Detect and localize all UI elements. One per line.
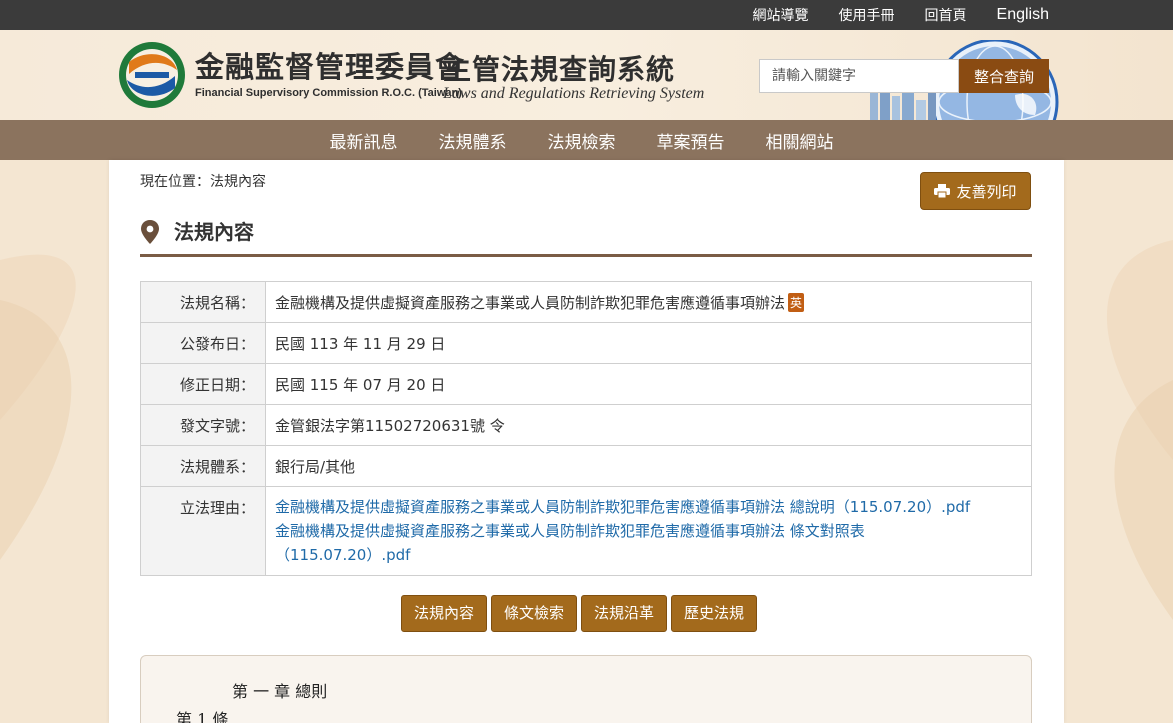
printer-icon <box>934 184 951 198</box>
law-name-label: 法規名稱： <box>140 281 266 323</box>
table-row: 修正日期： 民國 115 年 07 月 20 日 <box>140 363 1032 405</box>
historical-laws-button[interactable]: 歷史法規 <box>671 595 758 632</box>
site-header: 金融監督管理委員會 Financial Supervisory Commissi… <box>0 30 1173 120</box>
search-input[interactable] <box>759 59 959 93</box>
document-number-value: 金管銀法字第11502720631號 令 <box>265 404 1032 446</box>
utility-links: 網站導覽 使用手冊 回首頁 English <box>753 0 1049 30</box>
nav-draft-notice[interactable]: 草案預告 <box>657 128 725 153</box>
friendly-print-label: 友善列印 <box>956 182 1017 201</box>
page-title: 法規內容 <box>174 220 254 244</box>
article-search-button[interactable]: 條文檢索 <box>491 595 578 632</box>
reason-link-comparison-table[interactable]: 金融機構及提供虛擬資產服務之事業或人員防制詐欺犯罪危害應遵循事項辦法 條文對照表… <box>275 519 1031 567</box>
law-history-button[interactable]: 法規沿革 <box>581 595 668 632</box>
nav-latest-news[interactable]: 最新訊息 <box>330 128 398 153</box>
legislative-reason-cell: 金融機構及提供虛擬資產服務之事業或人員防制詐欺犯罪危害應遵循事項辦法 總說明（1… <box>265 486 1032 576</box>
english-version-badge[interactable]: 英 <box>788 293 805 312</box>
system-name-zh: 主管法規查詢系統 <box>443 53 676 86</box>
nav-related-sites[interactable]: 相關網站 <box>766 128 834 153</box>
top-utility-bar: 網站導覽 使用手冊 回首頁 English <box>0 0 1173 30</box>
table-row: 公發布日： 民國 113 年 11 月 29 日 <box>140 322 1032 364</box>
amend-date-value: 民國 115 年 07 月 20 日 <box>265 363 1032 405</box>
announce-date-value: 民國 113 年 11 月 29 日 <box>265 322 1032 364</box>
integrated-search-button[interactable]: 整合查詢 <box>959 59 1049 93</box>
table-row: 立法理由： 金融機構及提供虛擬資產服務之事業或人員防制詐欺犯罪危害應遵循事項辦法… <box>140 486 1032 576</box>
search-box: 整合查詢 <box>759 59 1049 93</box>
law-info-table: 法規名稱： 金融機構及提供虛擬資產服務之事業或人員防制詐欺犯罪危害應遵循事項辦法… <box>140 281 1032 576</box>
content-panel: 現在位置：法規內容 友善列印 法規內容 法規名稱： 金融機構及提供虛擬資產服務之… <box>109 160 1064 723</box>
org-name-zh: 金融監督管理委員會 <box>195 50 466 84</box>
nav-law-system[interactable]: 法規體系 <box>439 128 507 153</box>
document-number-label: 發文字號： <box>140 404 266 446</box>
action-buttons: 法規內容 條文檢索 法規沿革 歷史法規 <box>401 595 758 632</box>
table-row: 發文字號： 金管銀法字第11502720631號 令 <box>140 404 1032 446</box>
law-content-button[interactable]: 法規內容 <box>401 595 488 632</box>
article-heading: 第 1 條 <box>176 710 229 723</box>
friendly-print-button[interactable]: 友善列印 <box>920 172 1031 210</box>
law-body-box: 第 一 章 總則 第 1 條 <box>140 655 1032 723</box>
legislative-reason-label: 立法理由： <box>140 486 266 576</box>
map-pin-icon <box>141 220 159 244</box>
link-home[interactable]: 回首頁 <box>925 5 967 25</box>
law-category-label: 法規體系： <box>140 445 266 487</box>
table-row: 法規體系： 銀行局/其他 <box>140 445 1032 487</box>
link-sitemap[interactable]: 網站導覽 <box>753 5 809 25</box>
breadcrumb: 現在位置：法規內容 <box>140 174 266 190</box>
reason-link-general-explanation[interactable]: 金融機構及提供虛擬資產服務之事業或人員防制詐欺犯罪危害應遵循事項辦法 總說明（1… <box>275 495 1031 519</box>
link-user-manual[interactable]: 使用手冊 <box>839 5 895 25</box>
law-name-cell: 金融機構及提供虛擬資產服務之事業或人員防制詐欺犯罪危害應遵循事項辦法英 <box>265 281 1032 323</box>
system-name-en: Laws and Regulations Retrieving System <box>443 85 705 102</box>
law-category-value: 銀行局/其他 <box>265 445 1032 487</box>
reason-link-comparison-table-line1: 金融機構及提供虛擬資產服務之事業或人員防制詐欺犯罪危害應遵循事項辦法 條文對照表 <box>275 522 865 540</box>
announce-date-label: 公發布日： <box>140 322 266 364</box>
nav-law-search[interactable]: 法規檢索 <box>548 128 616 153</box>
fsc-logo-icon[interactable] <box>117 40 187 110</box>
chapter-heading: 第 一 章 總則 <box>232 682 328 701</box>
main-navigation: 最新訊息 法規體系 法規檢索 草案預告 相關網站 <box>0 120 1173 160</box>
amend-date-label: 修正日期： <box>140 363 266 405</box>
law-name-value: 金融機構及提供虛擬資產服務之事業或人員防制詐欺犯罪危害應遵循事項辦法 <box>275 294 786 312</box>
table-row: 法規名稱： 金融機構及提供虛擬資產服務之事業或人員防制詐欺犯罪危害應遵循事項辦法… <box>140 281 1032 323</box>
org-name-en: Financial Supervisory Commission R.O.C. … <box>195 87 462 99</box>
page-heading: 法規內容 <box>140 218 1032 257</box>
reason-link-comparison-table-line2: （115.07.20）.pdf <box>275 546 411 564</box>
link-english[interactable]: English <box>997 6 1049 24</box>
